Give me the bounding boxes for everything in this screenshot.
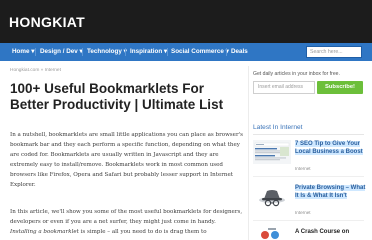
seo-thumbnail-graphic: [253, 140, 291, 164]
nav-item-technology[interactable]: Technology ▾: [87, 43, 127, 61]
nav-divider: [125, 48, 126, 56]
nav-item-deals[interactable]: Deals: [231, 43, 248, 61]
article-paragraph-1: In a nutshell, bookmarklets are small li…: [10, 132, 243, 188]
latest-heading: Latest In Internet: [253, 124, 303, 131]
crash-course-thumbnail-graphic: [253, 226, 291, 240]
post-title-text[interactable]: A Crash Course on: [295, 229, 349, 235]
article-paragraph-2-italic: Installing a bookmarklet: [10, 229, 79, 235]
article-title: 100+ Useful Bookmarklets For Better Prod…: [10, 81, 224, 112]
post-title-link[interactable]: A Crash Course on: [295, 229, 367, 237]
post-divider: [253, 220, 364, 221]
post-title-link[interactable]: Private Browsing – What It Is & What It …: [295, 185, 367, 200]
article-paragraph-2: In this article, we'll show you some of …: [10, 207, 244, 237]
nav-item-social-commerce[interactable]: Social Commerce ▾: [171, 43, 229, 61]
search-input[interactable]: Search here...: [306, 46, 362, 58]
incognito-thumbnail-graphic: [253, 184, 291, 208]
newsletter-text: Get daily articles in your inbox for fre…: [253, 71, 340, 77]
nav-divider: [82, 48, 83, 56]
nav-divider: [35, 48, 36, 56]
nav-divider: [167, 48, 168, 56]
post-category[interactable]: Internet: [295, 210, 311, 215]
article-paragraph-2-text: In this article, we'll show you some of …: [10, 209, 243, 225]
post-thumbnail[interactable]: [253, 184, 291, 208]
nav-divider: [226, 48, 227, 56]
post-category[interactable]: Internet: [295, 166, 311, 171]
site-header: HONGKIAT: [0, 0, 372, 43]
nav-item-home[interactable]: Home ▾: [12, 43, 34, 61]
post-title-text[interactable]: 7 SEO Tip to Give Your Local Business a …: [295, 141, 363, 155]
column-divider: [248, 66, 249, 240]
post-title-text[interactable]: Private Browsing – What It Is & What It …: [295, 185, 366, 199]
breadcrumb[interactable]: Hongkiat.com » Internet: [10, 68, 61, 73]
email-field[interactable]: Insert email address: [253, 81, 315, 94]
article-paragraph-2-text-end: is simple – all you need to do is drag t…: [78, 229, 207, 235]
post-thumbnail[interactable]: [253, 226, 291, 240]
post-thumbnail[interactable]: [253, 140, 291, 164]
subscribe-button[interactable]: Subscribe!: [317, 81, 363, 94]
latest-divider: [253, 134, 364, 135]
nav-item-inspiration[interactable]: Inspiration ▾: [130, 43, 167, 61]
nav-item-design-dev[interactable]: Design / Dev ▾: [40, 43, 83, 61]
site-logo[interactable]: HONGKIAT: [9, 14, 85, 30]
post-divider: [253, 176, 364, 177]
post-title-link[interactable]: 7 SEO Tip to Give Your Local Business a …: [295, 141, 367, 156]
